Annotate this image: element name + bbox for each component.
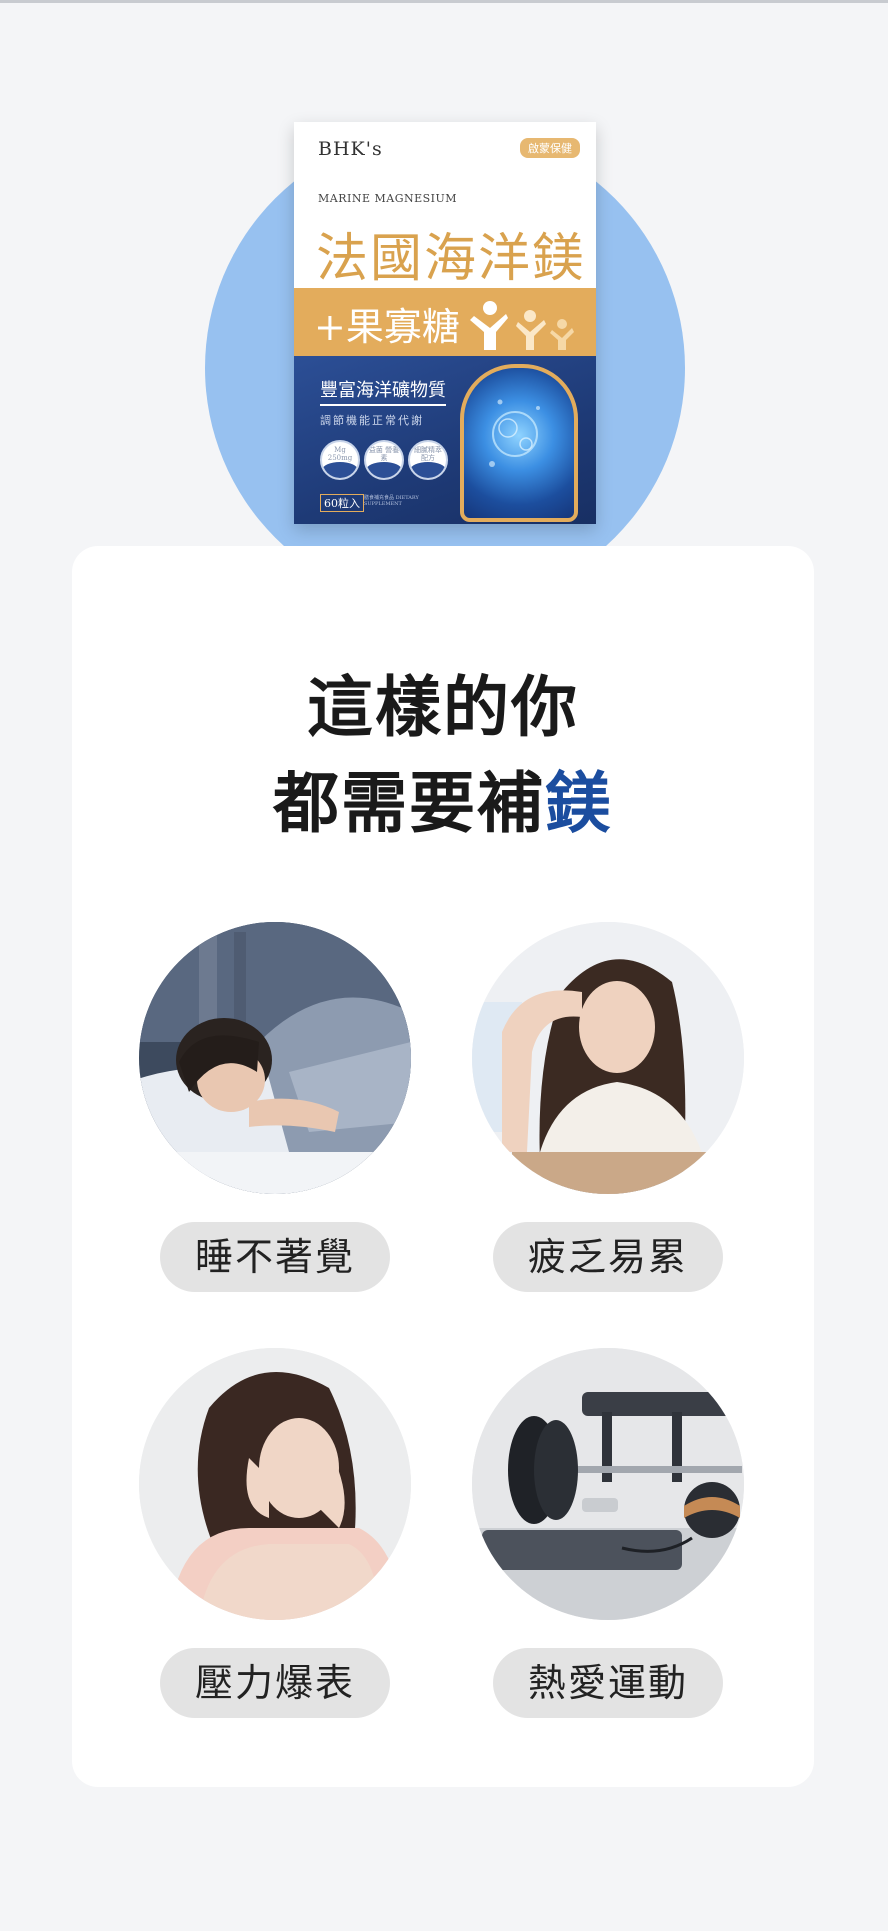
item-label-pill: 睡不著覺 <box>160 1222 390 1292</box>
box-badge: 啟蒙保健 <box>520 138 580 158</box>
gym-equipment-photo <box>472 1348 744 1620</box>
tired-woman-photo <box>472 922 744 1194</box>
item-label-pill: 熱愛運動 <box>493 1648 723 1718</box>
product-gold-band: +果寡糖 <box>294 288 596 356</box>
mineral-text: 豐富海洋礦物質 <box>320 376 446 406</box>
stressed-woman-photo <box>139 1348 411 1620</box>
capsule-count: 60粒入 <box>320 494 364 512</box>
item-label-pill: 疲乏易累 <box>493 1222 723 1292</box>
feature-badge: 益菌 營養素 <box>364 440 404 480</box>
headline-line2-prefix: 都需要補 <box>273 765 545 842</box>
product-blue-panel: 豐富海洋礦物質 調節機能正常代謝 Mg 250mg 益菌 營養素 細膩精萃 配方… <box>294 356 596 524</box>
feature-badge: 細膩精萃 配方 <box>408 440 448 480</box>
headline-line2: 都需要補鎂 <box>72 750 814 846</box>
content-card: 這樣的你 都需要補鎂 睡不著覺 疲乏易累 壓力爆表 熱愛運動 <box>72 546 814 1787</box>
product-title: 法國海洋鎂 <box>316 229 587 289</box>
headline-highlight: 鎂 <box>545 765 613 842</box>
feature-badge: Mg 250mg <box>320 440 360 480</box>
sleepless-woman-photo <box>139 922 411 1194</box>
brand-logo: BHK's <box>318 138 383 160</box>
regulate-text: 調節機能正常代謝 <box>320 414 424 427</box>
top-divider <box>0 0 888 3</box>
supplement-label: 膳食補充食品 DIETARY SUPPLEMENT <box>364 495 419 507</box>
headline-line1: 這樣的你 <box>307 669 579 746</box>
item-label-pill: 壓力爆表 <box>160 1648 390 1718</box>
product-subtitle: MARINE MAGNESIUM <box>318 192 458 205</box>
product-band-text: +果寡糖 <box>314 305 460 349</box>
product-box-image: BHK's 啟蒙保健 MARINE MAGNESIUM 法國海洋鎂 +果寡糖 豐… <box>294 122 596 524</box>
people-figures-icon <box>470 301 574 350</box>
water-orb-image <box>460 364 578 522</box>
